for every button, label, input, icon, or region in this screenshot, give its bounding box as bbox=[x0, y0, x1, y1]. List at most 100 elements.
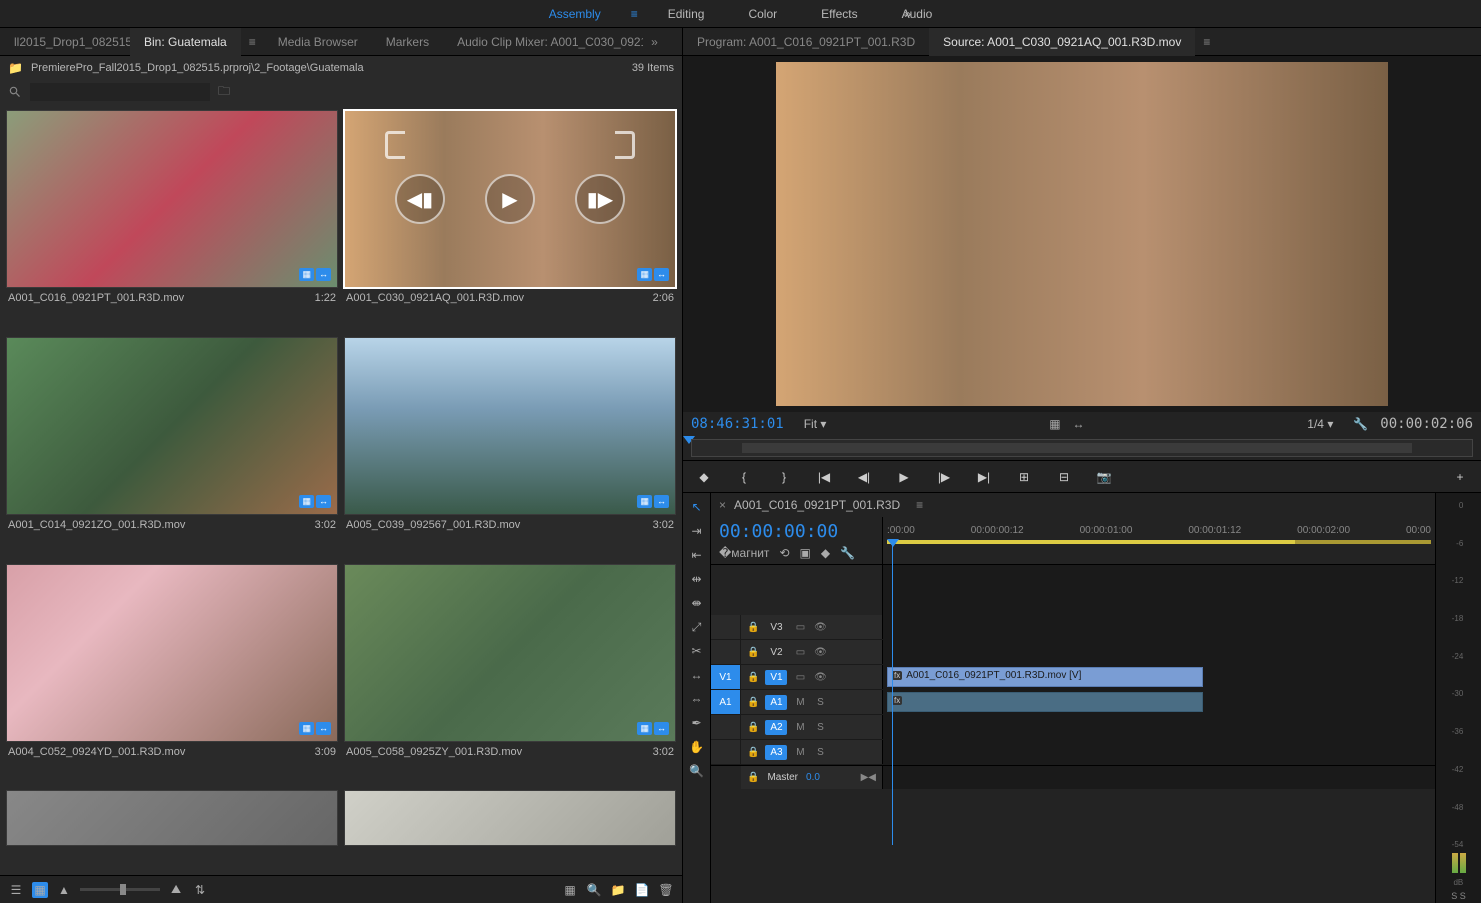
workspace-overflow-icon[interactable]: » bbox=[904, 7, 911, 21]
source-patch-a1[interactable]: A1 bbox=[711, 690, 741, 714]
folder-up-icon[interactable]: 📁 bbox=[8, 61, 23, 75]
linked-selection-icon[interactable]: ⟲ bbox=[779, 546, 789, 560]
delete-icon[interactable]: 🗑 bbox=[658, 882, 674, 898]
lock-icon[interactable]: 🔒 bbox=[747, 697, 759, 708]
monitor-scrubber[interactable] bbox=[683, 436, 1481, 460]
mark-in-icon[interactable]: { bbox=[735, 468, 753, 486]
ripple-edit-tool-icon[interactable]: ⇹ bbox=[687, 569, 707, 589]
eye-icon[interactable]: 👁 bbox=[813, 672, 827, 683]
add-marker-timeline-icon[interactable]: ▣ bbox=[800, 546, 811, 560]
play-icon[interactable]: ▶ bbox=[895, 468, 913, 486]
master-pan-icon[interactable]: ▶◀ bbox=[861, 772, 876, 783]
solo-left-icon[interactable]: S bbox=[1451, 891, 1457, 901]
source-patch-v1[interactable]: V1 bbox=[711, 665, 741, 689]
safe-margins-icon[interactable]: ▦ bbox=[1049, 417, 1060, 431]
lock-icon[interactable]: 🔒 bbox=[747, 622, 759, 633]
timeline-timecode[interactable]: 00:00:00:00 bbox=[719, 521, 874, 542]
add-marker-icon[interactable]: ◆ bbox=[695, 468, 713, 486]
zoom-dropdown[interactable]: Fit ▾ bbox=[796, 417, 835, 431]
clip-item[interactable]: ▦↔ A001_C014_0921ZO_001.R3D.mov3:02 bbox=[6, 337, 338, 558]
snap-icon[interactable]: �магнит bbox=[719, 546, 769, 560]
workspace-menu-icon[interactable]: ≡ bbox=[623, 7, 646, 21]
panel-menu-icon[interactable]: ≡ bbox=[241, 35, 264, 49]
clip-item[interactable]: ▦↔ A004_C052_0924YD_001.R3D.mov3:09 bbox=[6, 564, 338, 785]
hover-prev-icon[interactable]: ◀▮ bbox=[395, 174, 445, 224]
search-input[interactable] bbox=[30, 83, 210, 101]
clip-item[interactable] bbox=[344, 790, 676, 869]
sort-icon[interactable]: ⛰ bbox=[168, 882, 184, 898]
toggle-output-icon[interactable]: ▭ bbox=[793, 622, 807, 633]
playhead-icon[interactable] bbox=[887, 539, 899, 547]
lock-icon[interactable]: 🔒 bbox=[747, 772, 759, 783]
timeline-ruler[interactable]: :00:00 00:00:00:12 00:00:01:00 00:00:01:… bbox=[883, 517, 1435, 564]
settings-icon[interactable]: 🔧 bbox=[1353, 417, 1368, 431]
project-tab-audio-mixer[interactable]: Audio Clip Mixer: A001_C030_0921AQ_00 bbox=[443, 28, 643, 56]
project-tab-markers[interactable]: Markers bbox=[372, 28, 443, 56]
resolution-dropdown[interactable]: 1/4 ▾ bbox=[1299, 417, 1341, 431]
export-frame-icon[interactable]: 📷 bbox=[1095, 468, 1113, 486]
insert-icon[interactable]: ⊞ bbox=[1015, 468, 1033, 486]
mute-icon[interactable]: M bbox=[793, 722, 807, 733]
thumbnail-size-slider[interactable] bbox=[80, 888, 160, 891]
monitor-menu-icon[interactable]: ≡ bbox=[1195, 35, 1218, 49]
hover-next-icon[interactable]: ▮▶ bbox=[575, 174, 625, 224]
hover-play-icon[interactable]: ▶ bbox=[485, 174, 535, 224]
pen-tool-icon[interactable]: ✒ bbox=[687, 713, 707, 733]
monitor-tab-source[interactable]: Source: A001_C030_0921AQ_001.R3D.mov bbox=[929, 28, 1195, 56]
track-label[interactable]: A1 bbox=[765, 695, 787, 710]
workspace-tab-effects[interactable]: Effects bbox=[799, 0, 879, 28]
rolling-edit-tool-icon[interactable]: ⇼ bbox=[687, 593, 707, 613]
clip-item[interactable]: ▦↔ A005_C058_0925ZY_001.R3D.mov3:02 bbox=[344, 564, 676, 785]
track-select-backward-tool-icon[interactable]: ⇤ bbox=[687, 545, 707, 565]
workspace-tab-assembly[interactable]: Assembly bbox=[527, 0, 623, 28]
slide-tool-icon[interactable]: ⇔ bbox=[687, 689, 707, 709]
toggle-output-icon[interactable]: ▭ bbox=[793, 647, 807, 658]
razor-tool-icon[interactable]: ✂ bbox=[687, 641, 707, 661]
clip-item[interactable]: ◀▮ ▶ ▮▶ ▦↔ A001_C030_0921AQ_001.R3D.mov2… bbox=[344, 110, 676, 331]
timecode-left[interactable]: 08:46:31:01 bbox=[691, 416, 784, 432]
clip-item[interactable]: ▦↔ A001_C016_0921PT_001.R3D.mov1:22 bbox=[6, 110, 338, 331]
mark-out-icon[interactable]: } bbox=[775, 468, 793, 486]
timeline-menu-icon[interactable]: ≡ bbox=[908, 498, 931, 512]
sort-order-icon[interactable]: ⇅ bbox=[192, 882, 208, 898]
track-label[interactable]: V2 bbox=[765, 645, 787, 660]
timecode-right[interactable]: 00:00:02:06 bbox=[1380, 416, 1473, 432]
eye-icon[interactable]: 👁 bbox=[813, 647, 827, 658]
toggle-output-icon[interactable]: ▭ bbox=[793, 672, 807, 683]
list-view-icon[interactable]: ☰ bbox=[8, 882, 24, 898]
go-to-out-icon[interactable]: ▶| bbox=[975, 468, 993, 486]
automate-icon[interactable]: ▦ bbox=[562, 882, 578, 898]
track-label[interactable]: A3 bbox=[765, 745, 787, 760]
clip-item[interactable] bbox=[6, 790, 338, 869]
solo-icon[interactable]: S bbox=[813, 697, 827, 708]
mute-icon[interactable]: M bbox=[793, 747, 807, 758]
selection-tool-icon[interactable]: ↖ bbox=[687, 497, 707, 517]
slip-tool-icon[interactable]: ↔ bbox=[687, 665, 707, 685]
solo-icon[interactable]: S bbox=[813, 722, 827, 733]
close-sequence-icon[interactable]: × bbox=[719, 498, 726, 512]
mute-icon[interactable]: M bbox=[793, 697, 807, 708]
new-item-icon[interactable]: 📄 bbox=[634, 882, 650, 898]
monitor-view[interactable] bbox=[683, 56, 1481, 412]
track-label[interactable]: V1 bbox=[765, 670, 787, 685]
zoom-tool-icon[interactable]: 🔍 bbox=[687, 761, 707, 781]
step-back-icon[interactable]: ◀| bbox=[855, 468, 873, 486]
eye-icon[interactable]: 👁 bbox=[813, 622, 827, 633]
workspace-tab-editing[interactable]: Editing bbox=[646, 0, 727, 28]
icon-view-icon[interactable]: ▦ bbox=[32, 882, 48, 898]
timeline-settings-icon[interactable]: 🔧 bbox=[840, 546, 855, 560]
sequence-name[interactable]: A001_C016_0921PT_001.R3D bbox=[734, 498, 900, 512]
timeline-clip[interactable]: fxA001_C016_0921PT_001.R3D.mov [V] bbox=[887, 667, 1203, 687]
solo-icon[interactable]: S bbox=[813, 747, 827, 758]
button-editor-icon[interactable]: + bbox=[1451, 468, 1469, 486]
go-to-in-icon[interactable]: |◀ bbox=[815, 468, 833, 486]
solo-right-icon[interactable]: S bbox=[1460, 891, 1466, 901]
lock-icon[interactable]: 🔒 bbox=[747, 722, 759, 733]
workspace-tab-audio[interactable]: Audio bbox=[880, 0, 955, 28]
lock-icon[interactable]: 🔒 bbox=[747, 672, 759, 683]
project-tab-project[interactable]: ll2015_Drop1_082515 bbox=[0, 28, 130, 56]
track-label[interactable]: V3 bbox=[765, 620, 787, 635]
hand-tool-icon[interactable]: ✋ bbox=[687, 737, 707, 757]
workspace-tab-color[interactable]: Color bbox=[726, 0, 799, 28]
panel-overflow-icon[interactable]: » bbox=[643, 35, 666, 49]
